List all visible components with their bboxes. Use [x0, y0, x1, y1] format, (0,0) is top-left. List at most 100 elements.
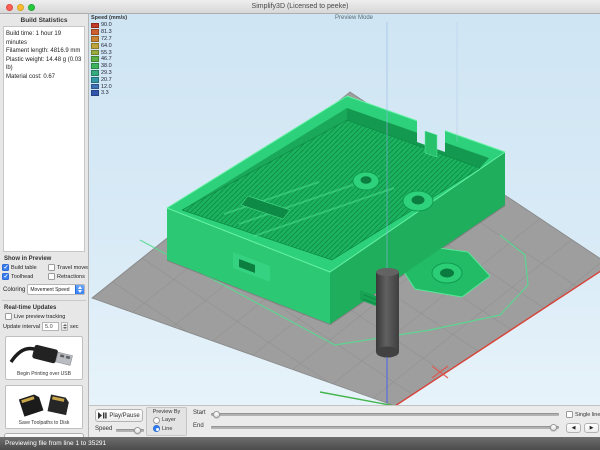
legend-swatch-icon [91, 90, 99, 96]
travel-moves-checkbox[interactable] [48, 264, 55, 271]
minimize-icon[interactable] [17, 4, 24, 11]
legend-swatch-icon [91, 50, 99, 56]
step-back-icon: ◀ [572, 425, 576, 431]
retractions-checkbox[interactable] [48, 273, 55, 280]
coloring-value: Movement Speed [28, 287, 75, 293]
live-preview-tracking-checkbox[interactable] [5, 313, 12, 320]
speed-slider-handle[interactable] [134, 427, 141, 434]
play-pause-icon [98, 412, 107, 419]
single-line-checkbox[interactable] [566, 411, 573, 418]
checkbox-toolhead[interactable]: Toolhead [2, 273, 48, 280]
speed-slider-label: Speed [95, 426, 112, 432]
legend-entry: 20.7 [91, 76, 127, 83]
legend-value: 29.3 [101, 70, 112, 76]
radio-label: Line [162, 426, 172, 432]
checkbox-travel-moves[interactable]: Travel moves [48, 264, 89, 271]
update-interval-unit: sec [70, 324, 79, 330]
start-slider-track[interactable] [211, 413, 559, 416]
checkbox-build-table[interactable]: Build table [2, 264, 48, 271]
checkbox-label: Live preview tracking [14, 314, 65, 320]
end-slider-label: End [193, 423, 204, 429]
speed-legend: Speed (mm/s) 90.081.372.764.055.346.738.… [91, 15, 127, 97]
line-radio[interactable] [153, 425, 160, 432]
legend-value: 72.7 [101, 36, 112, 42]
window-title: Simplify3D (Licensed to peeke) [0, 3, 600, 10]
legend-value: 90.0 [101, 22, 112, 28]
dropdown-stepper-icon[interactable] [75, 284, 84, 295]
checkbox-label: Toolhead [11, 274, 33, 280]
update-interval-field[interactable]: 5.0 [42, 322, 59, 331]
legend-swatch-icon [91, 29, 99, 35]
stat-filament-length: Filament length: 4816.9 mm [6, 47, 82, 56]
checkbox-retractions[interactable]: Retractions [48, 273, 89, 280]
radio-layer[interactable]: Layer [153, 417, 186, 424]
standoff-boss [353, 172, 379, 190]
standoff-boss [403, 191, 433, 211]
legend-value: 55.3 [101, 50, 112, 56]
stat-material-cost: Material cost: 0.67 [6, 73, 82, 82]
legend-swatch-icon [91, 23, 99, 29]
title-bar: Simplify3D (Licensed to peeke) [0, 0, 600, 14]
radio-label: Layer [162, 417, 176, 423]
legend-entry: 12.0 [91, 83, 127, 90]
legend-swatch-icon [91, 56, 99, 62]
single-line-checkbox-row[interactable]: Single line or [566, 411, 600, 418]
divider [2, 300, 86, 301]
legend-value: 81.3 [101, 29, 112, 35]
preview-by-group: Preview By Layer Line [146, 407, 187, 436]
legend-swatch-icon [91, 70, 99, 76]
stat-build-time: Build time: 1 hour 19 minutes [6, 30, 82, 47]
show-in-preview-options: Build table Travel moves Toolhead Retrac… [2, 264, 86, 280]
begin-printing-usb-button[interactable]: Begin Printing over USB [5, 336, 83, 380]
legend-swatch-icon [91, 77, 99, 83]
save-toolpaths-disk-button[interactable]: Save Toolpaths to Disk [5, 385, 83, 429]
app-window: Simplify3D (Licensed to peeke) Build Sta… [0, 0, 600, 450]
update-interval-row: Update interval 5.0 sec [3, 322, 85, 331]
3d-scene[interactable] [89, 14, 600, 405]
panel-header: Build Statistics [0, 14, 88, 26]
legend-title: Speed (mm/s) [91, 15, 127, 21]
preview-mode-label: Preview Mode [335, 15, 373, 21]
legend-value: 38.0 [101, 63, 112, 69]
legend-entry: 81.3 [91, 29, 127, 36]
start-slider-handle[interactable] [213, 411, 220, 418]
legend-entry: 64.0 [91, 42, 127, 49]
usb-button-caption: Begin Printing over USB [17, 371, 71, 377]
end-slider-handle[interactable] [550, 424, 557, 431]
play-pause-button[interactable]: Play/Pause [95, 409, 143, 422]
3d-viewport[interactable]: Speed (mm/s) 90.081.372.764.055.346.738.… [89, 14, 600, 405]
checkbox-live-preview-tracking[interactable]: Live preview tracking [5, 313, 88, 320]
step-forward-button[interactable]: ▶ [584, 423, 599, 433]
legend-value: 20.7 [101, 77, 112, 83]
interval-stepper-icon[interactable] [61, 322, 68, 331]
end-slider-track[interactable] [211, 426, 559, 429]
start-slider-label: Start [193, 410, 206, 416]
disk-button-caption: Save Toolpaths to Disk [19, 420, 70, 426]
legend-swatch-icon [91, 63, 99, 69]
status-text: Previewing file from line 1 to 35291 [5, 440, 106, 447]
legend-value: 12.0 [101, 84, 112, 90]
checkbox-label: Retractions [57, 274, 85, 280]
checkbox-label: Build table [11, 265, 37, 271]
legend-swatch-icon [91, 43, 99, 49]
radio-line[interactable]: Line [153, 425, 186, 432]
legend-entry: 72.7 [91, 36, 127, 43]
speed-legend-rows: 90.081.372.764.055.346.738.029.320.712.0… [91, 22, 127, 97]
toolhead-checkbox[interactable] [2, 273, 9, 280]
build-stats-box: Build time: 1 hour 19 minutes Filament l… [3, 26, 85, 252]
step-back-button[interactable]: ◀ [566, 423, 581, 433]
checkbox-label: Travel moves [57, 265, 89, 271]
build-table-checkbox[interactable] [2, 264, 9, 271]
single-line-label: Single line or [575, 412, 600, 418]
layer-radio[interactable] [153, 417, 160, 424]
stat-plastic-weight: Plastic weight: 14.48 g (0.03 lb) [6, 56, 82, 73]
coloring-label: Coloring [3, 287, 25, 293]
preview-toolbar: Play/Pause Speed Preview By Layer Line [89, 405, 600, 437]
sd-cards-icon [9, 388, 79, 420]
coloring-dropdown[interactable]: Movement Speed [27, 284, 85, 295]
usb-cable-icon [9, 339, 79, 371]
maximize-icon[interactable] [28, 4, 35, 11]
close-icon[interactable] [6, 4, 13, 11]
legend-entry: 38.0 [91, 63, 127, 70]
legend-value: 46.7 [101, 56, 112, 62]
